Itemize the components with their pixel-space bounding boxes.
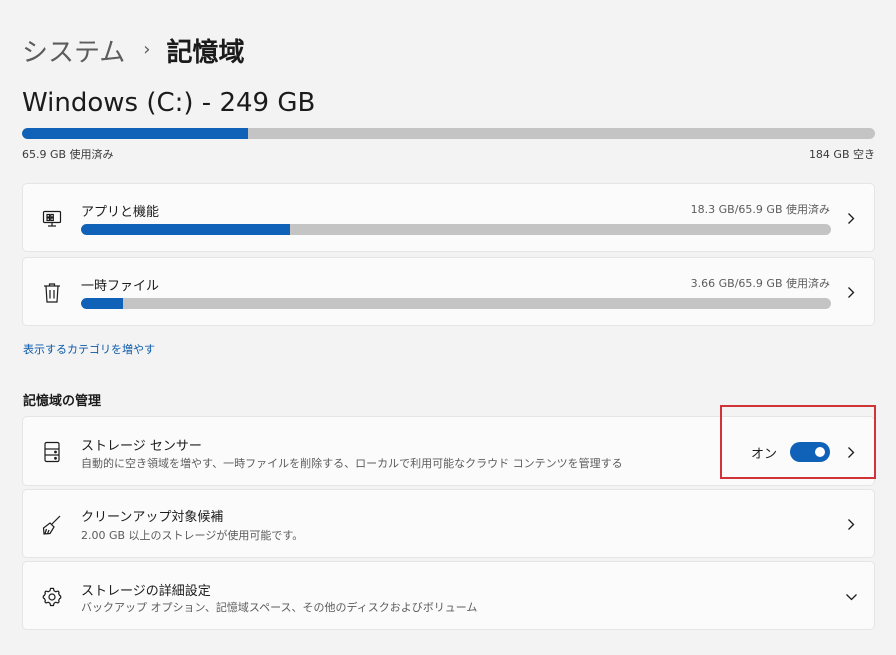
broom-icon bbox=[39, 512, 65, 538]
gear-icon bbox=[39, 584, 65, 610]
drive-free-label: 184 GB 空き bbox=[808, 148, 875, 161]
storage-sense-title: ストレージ センサー bbox=[81, 439, 202, 454]
show-more-categories-link[interactable]: 表示するカテゴリを増やす bbox=[23, 341, 155, 357]
storage-management-heading: 記憶域の管理 bbox=[23, 394, 102, 409]
storage-drive-icon bbox=[39, 439, 65, 465]
category-apps-size: 18.3 GB/65.9 GB 使用済み bbox=[690, 203, 830, 216]
category-apps-bar bbox=[81, 224, 831, 235]
cleanup-description: 2.00 GB 以上のストレージが使用可能です。 bbox=[81, 529, 304, 542]
chevron-right-icon bbox=[844, 517, 858, 531]
page-title: 記憶域 bbox=[166, 37, 245, 68]
storage-sense-description: 自動的に空き領域を増やす、一時ファイルを削除する、ローカルで利用可能なクラウド … bbox=[81, 457, 623, 470]
advanced-storage-description: バックアップ オプション、記憶域スペース、その他のディスクおよびボリューム bbox=[81, 601, 478, 614]
category-temp-bar-fill bbox=[81, 298, 123, 309]
category-apps-card[interactable]: アプリと機能 18.3 GB/65.9 GB 使用済み bbox=[22, 183, 875, 252]
breadcrumb: システム › 記憶域 bbox=[22, 30, 244, 70]
chevron-right-icon bbox=[844, 285, 858, 299]
drive-used-label: 65.9 GB 使用済み bbox=[22, 148, 114, 161]
category-apps-bar-fill bbox=[81, 224, 290, 235]
category-temp-card[interactable]: 一時ファイル 3.66 GB/65.9 GB 使用済み bbox=[22, 257, 875, 326]
breadcrumb-system-link[interactable]: システム bbox=[22, 32, 125, 69]
drive-usage-fill bbox=[22, 128, 249, 139]
drive-title: Windows (C:) - 249 GB bbox=[22, 88, 316, 118]
advanced-storage-title: ストレージの詳細設定 bbox=[81, 584, 211, 599]
advanced-storage-settings-card[interactable]: ストレージの詳細設定 バックアップ オプション、記憶域スペース、その他のディスク… bbox=[22, 561, 875, 630]
highlight-box bbox=[720, 405, 876, 479]
trash-icon bbox=[39, 280, 65, 306]
chevron-right-icon bbox=[844, 211, 858, 225]
breadcrumb-separator: › bbox=[143, 38, 151, 60]
drive-usage-bar bbox=[22, 128, 875, 139]
apps-icon bbox=[39, 206, 65, 232]
cleanup-recommendations-card[interactable]: クリーンアップ対象候補 2.00 GB 以上のストレージが使用可能です。 bbox=[22, 489, 875, 558]
cleanup-title: クリーンアップ対象候補 bbox=[81, 510, 224, 525]
category-temp-size: 3.66 GB/65.9 GB 使用済み bbox=[690, 277, 830, 290]
category-temp-label: 一時ファイル bbox=[81, 279, 160, 294]
category-temp-bar bbox=[81, 298, 831, 309]
category-apps-label: アプリと機能 bbox=[81, 205, 160, 220]
chevron-down-icon bbox=[844, 590, 858, 604]
